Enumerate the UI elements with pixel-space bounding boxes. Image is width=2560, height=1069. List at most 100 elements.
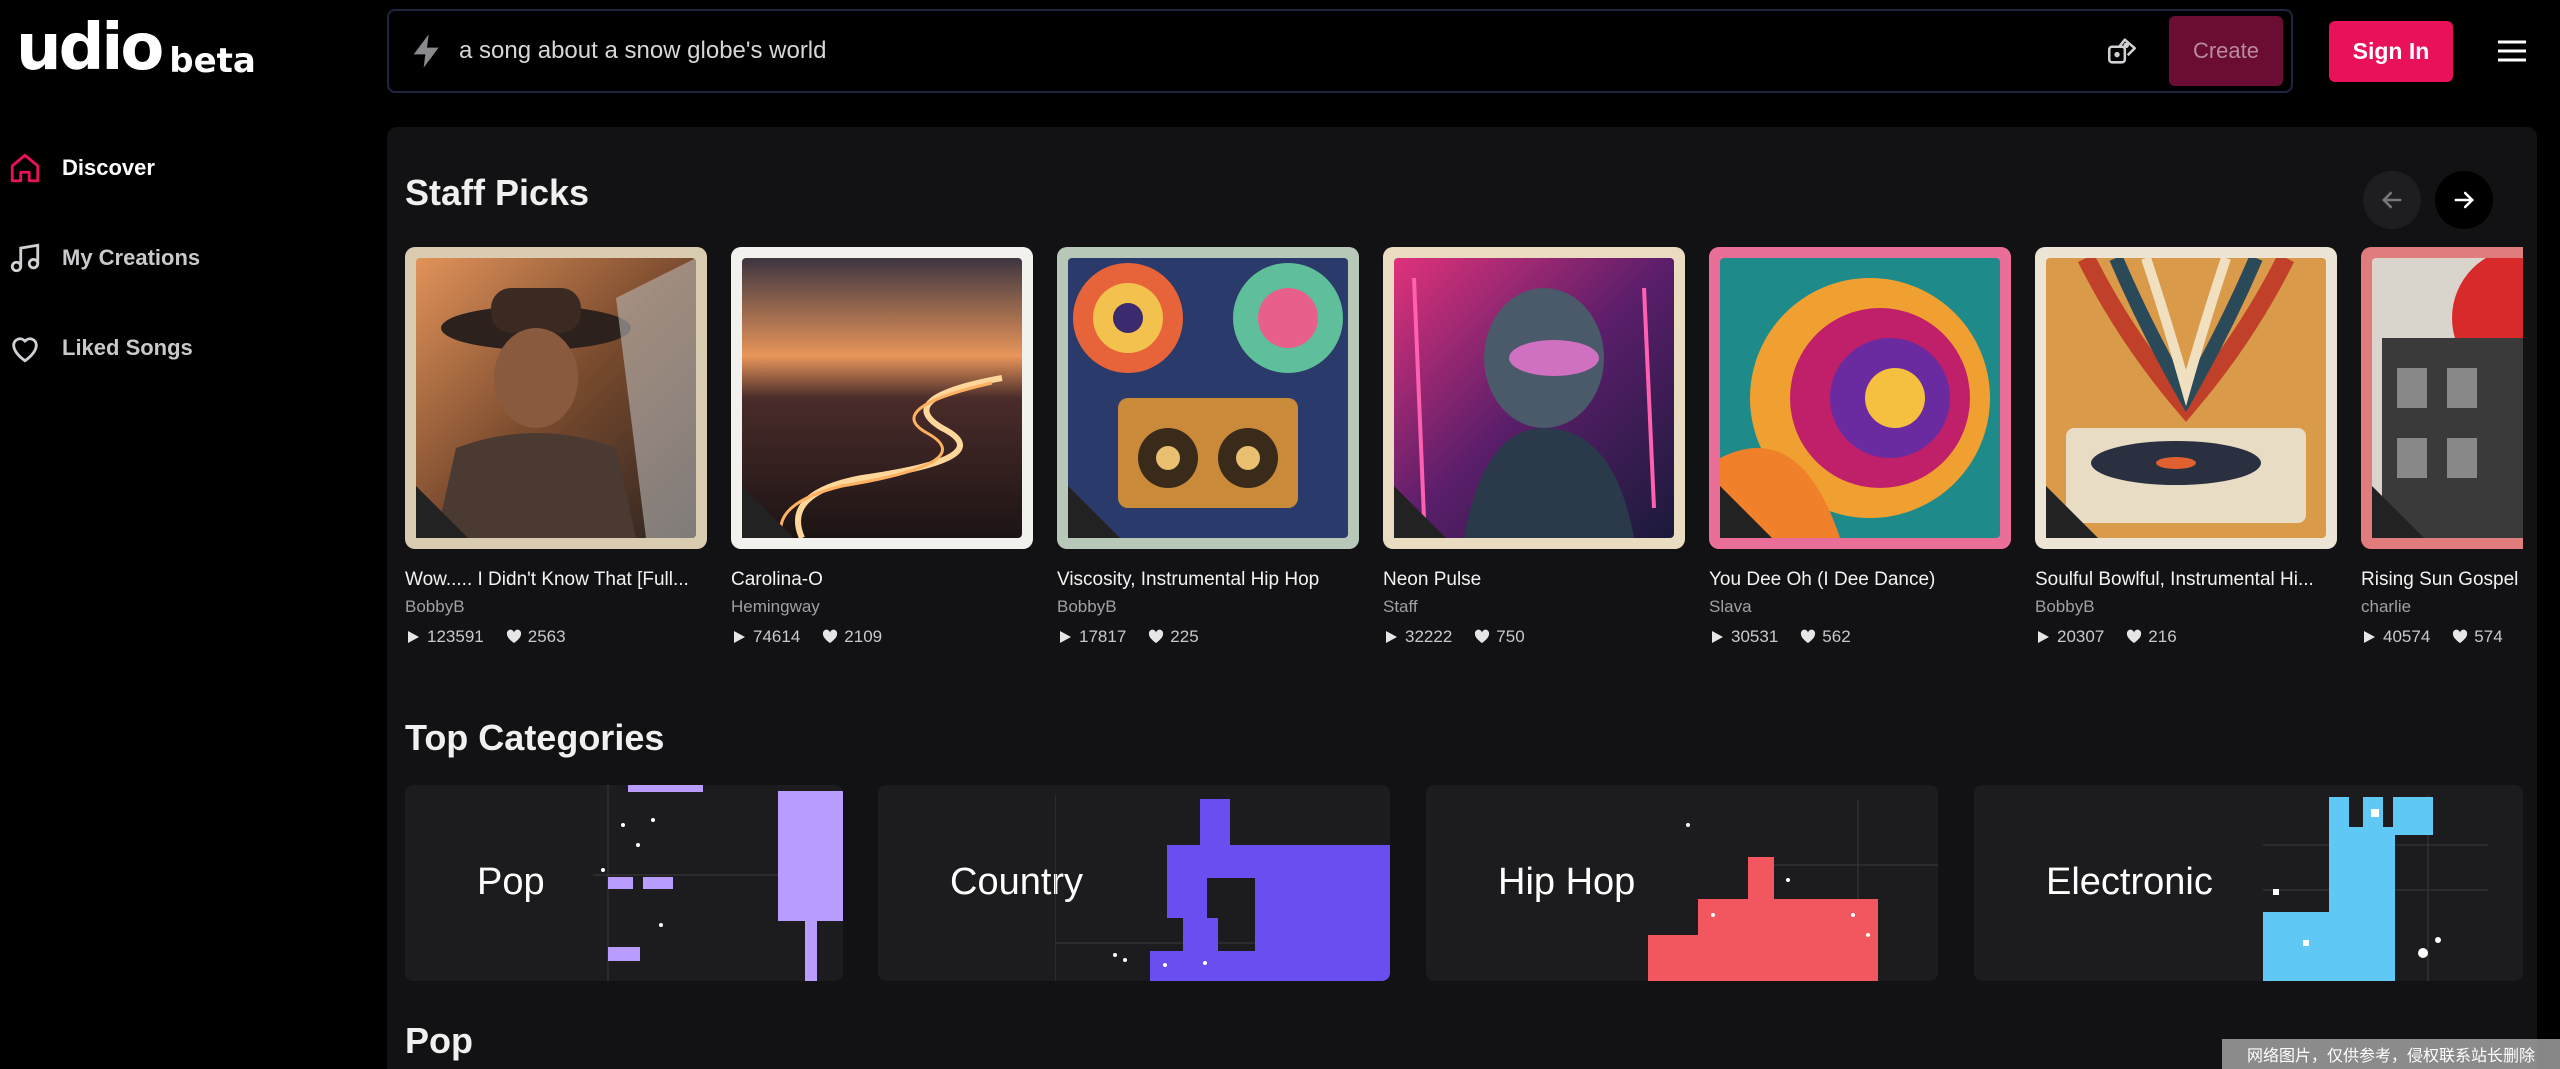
song-cover-frame bbox=[1057, 247, 1359, 549]
song-title[interactable]: You Dee Oh (I Dee Dance) bbox=[1709, 569, 2011, 591]
song-card[interactable]: Neon Pulse Staff 32222 750 bbox=[1383, 247, 1685, 647]
song-title[interactable]: Carolina-O bbox=[731, 569, 1033, 591]
song-stats: 17817 225 bbox=[1057, 627, 1359, 647]
song-title[interactable]: Neon Pulse bbox=[1383, 569, 1685, 591]
cover-fold-decoration bbox=[1394, 486, 1446, 538]
song-title[interactable]: Rising Sun Gospel bbox=[2361, 569, 2523, 591]
carousel-next-button[interactable] bbox=[2435, 171, 2493, 229]
song-stats: 20307 216 bbox=[2035, 627, 2337, 647]
category-pattern-graphic bbox=[593, 785, 843, 981]
song-card[interactable]: You Dee Oh (I Dee Dance) Slava 30531 562 bbox=[1709, 247, 2011, 647]
song-title[interactable]: Wow..... I Didn't Know That [Full... bbox=[405, 569, 707, 591]
sidebar-item-label: My Creations bbox=[62, 245, 201, 270]
song-card[interactable]: Soulful Bowlful, Instrumental Hi... Bobb… bbox=[2035, 247, 2337, 647]
udio-logo[interactable]: udio beta bbox=[16, 16, 256, 80]
song-artist[interactable]: Staff bbox=[1383, 597, 1685, 617]
sidebar-item-discover[interactable]: Discover bbox=[0, 140, 370, 196]
like-count: 750 bbox=[1496, 627, 1525, 646]
sidebar-item-label: Discover bbox=[62, 155, 155, 180]
play-count: 17817 bbox=[1079, 627, 1127, 646]
sidebar-item-liked-songs[interactable]: Liked Songs bbox=[0, 320, 370, 376]
prompt-input[interactable] bbox=[459, 37, 2105, 65]
play-count-icon bbox=[2038, 631, 2049, 643]
play-count-icon bbox=[408, 631, 419, 643]
like-count: 225 bbox=[1170, 627, 1199, 646]
main-content: Staff Picks Wow..... I Didn't Know That … bbox=[387, 127, 2537, 1069]
song-cover-frame bbox=[731, 247, 1033, 549]
lightning-icon bbox=[413, 34, 439, 68]
category-card-pop[interactable]: Pop bbox=[405, 785, 843, 981]
home-icon bbox=[10, 153, 40, 183]
play-count: 40574 bbox=[2383, 627, 2431, 646]
song-title[interactable]: Soulful Bowlful, Instrumental Hi... bbox=[2035, 569, 2337, 591]
cover-fold-decoration bbox=[416, 486, 468, 538]
song-card[interactable]: Wow..... I Didn't Know That [Full... Bob… bbox=[405, 247, 707, 647]
category-card-country[interactable]: Country bbox=[878, 785, 1390, 981]
arrow-left-icon bbox=[2382, 191, 2402, 209]
like-count: 574 bbox=[2474, 627, 2503, 646]
category-card-electronic[interactable]: Electronic bbox=[1974, 785, 2523, 981]
song-cover-frame bbox=[1709, 247, 2011, 549]
play-count-icon bbox=[1712, 631, 1723, 643]
song-artist[interactable]: BobbyB bbox=[2035, 597, 2337, 617]
play-count-icon bbox=[1386, 631, 1397, 643]
cover-fold-decoration bbox=[1720, 486, 1772, 538]
play-count-icon bbox=[734, 631, 745, 643]
cover-fold-decoration bbox=[742, 486, 794, 538]
song-stats: 123591 2563 bbox=[405, 627, 707, 647]
song-card[interactable]: Rising Sun Gospel charlie 40574 574 bbox=[2361, 247, 2523, 647]
category-pattern-graphic bbox=[1055, 795, 1390, 981]
like-count-icon[interactable] bbox=[2452, 629, 2468, 645]
sidebar: udio beta Discover My Creations Liked So… bbox=[0, 0, 370, 1069]
song-stats: 74614 2109 bbox=[731, 627, 1033, 647]
song-stats: 40574 574 bbox=[2361, 627, 2523, 647]
staff-picks-title: Staff Picks bbox=[405, 172, 590, 213]
play-count: 30531 bbox=[1731, 627, 1779, 646]
sidebar-item-label: Liked Songs bbox=[62, 335, 193, 360]
play-count-icon bbox=[2364, 631, 2375, 643]
like-count-icon[interactable] bbox=[1148, 629, 1164, 645]
play-count: 32222 bbox=[1405, 627, 1453, 646]
carousel-prev-button[interactable] bbox=[2363, 171, 2421, 229]
song-cover-frame bbox=[2361, 247, 2523, 549]
cover-fold-decoration bbox=[2046, 486, 2098, 538]
like-count: 2563 bbox=[527, 627, 566, 646]
create-button[interactable]: Create bbox=[2169, 16, 2283, 86]
pop-section-title: Pop bbox=[405, 1020, 473, 1061]
category-label: Pop bbox=[477, 861, 545, 903]
like-count: 2109 bbox=[844, 627, 883, 646]
like-count-icon[interactable] bbox=[1474, 629, 1490, 645]
category-card-hip-hop[interactable]: Hip Hop bbox=[1426, 785, 1938, 981]
sign-in-button[interactable]: Sign In bbox=[2329, 21, 2453, 82]
sidebar-item-my-creations[interactable]: My Creations bbox=[0, 230, 370, 286]
cover-fold-decoration bbox=[2372, 486, 2424, 538]
like-count-icon[interactable] bbox=[2126, 629, 2142, 645]
song-artist[interactable]: BobbyB bbox=[1057, 597, 1359, 617]
like-count-icon[interactable] bbox=[822, 629, 838, 645]
dice-random-icon[interactable] bbox=[2105, 34, 2139, 68]
category-pattern-graphic bbox=[1648, 800, 1938, 981]
play-count-icon bbox=[1060, 631, 1071, 643]
song-card[interactable]: Carolina-O Hemingway 74614 2109 bbox=[731, 247, 1033, 647]
play-count: 74614 bbox=[753, 627, 801, 646]
heart-icon bbox=[12, 337, 38, 363]
top-categories-row: Pop Country Hip Hop Electronic bbox=[405, 785, 2523, 981]
like-count: 216 bbox=[2148, 627, 2177, 646]
top-categories-title: Top Categories bbox=[405, 717, 665, 758]
sidebar-nav: Discover My Creations Liked Songs bbox=[0, 140, 370, 410]
category-pattern-graphic bbox=[2263, 795, 2488, 981]
like-count-icon[interactable] bbox=[1800, 629, 1816, 645]
like-count: 562 bbox=[1822, 627, 1851, 646]
song-artist[interactable]: charlie bbox=[2361, 597, 2523, 617]
song-card[interactable]: Viscosity, Instrumental Hip Hop BobbyB 1… bbox=[1057, 247, 1359, 647]
song-cover-frame bbox=[405, 247, 707, 549]
song-title[interactable]: Viscosity, Instrumental Hip Hop bbox=[1057, 569, 1359, 591]
play-count: 123591 bbox=[427, 627, 484, 646]
watermark-notice: 网络图片，仅供参考，侵权联系站长删除 bbox=[2222, 1039, 2560, 1069]
hamburger-menu-icon[interactable] bbox=[2494, 36, 2530, 66]
song-stats: 30531 562 bbox=[1709, 627, 2011, 647]
song-artist[interactable]: Slava bbox=[1709, 597, 2011, 617]
song-artist[interactable]: Hemingway bbox=[731, 597, 1033, 617]
like-count-icon[interactable] bbox=[506, 629, 522, 645]
song-artist[interactable]: BobbyB bbox=[405, 597, 707, 617]
